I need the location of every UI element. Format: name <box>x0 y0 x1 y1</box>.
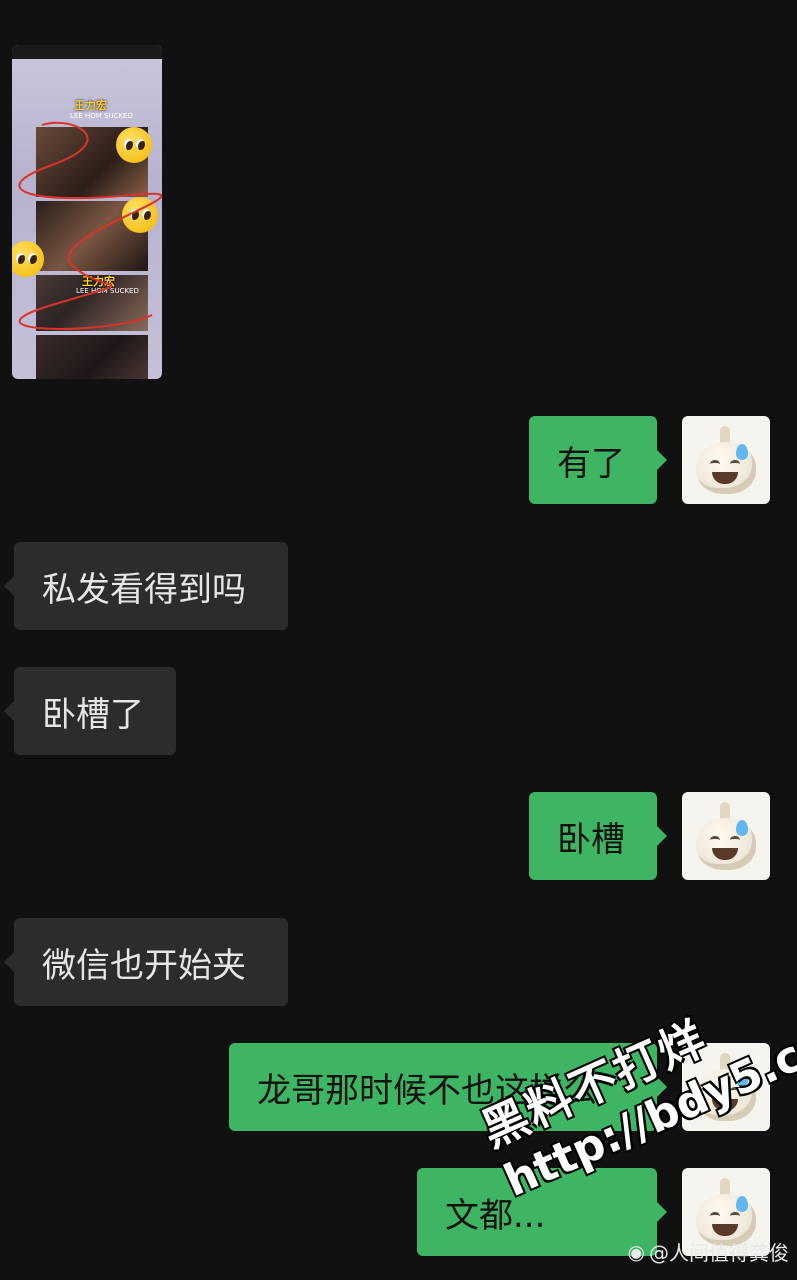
avatar-eye <box>710 460 720 468</box>
avatar-eye <box>730 1212 740 1220</box>
weibo-icon: ◉ <box>627 1239 645 1264</box>
message-bubble-outgoing[interactable]: 龙哥那时候不也这样么 <box>229 1043 667 1131</box>
sweat-drop-icon <box>736 444 748 460</box>
message-bubble-outgoing[interactable]: 文都... <box>417 1168 667 1256</box>
avatar-eye <box>710 1212 720 1220</box>
message-bubble-incoming[interactable]: 卧槽了 <box>4 667 176 755</box>
user-avatar[interactable] <box>682 1043 770 1131</box>
red-scribble <box>18 121 162 330</box>
avatar-eye <box>710 1087 720 1095</box>
message-bubble-outgoing[interactable]: 有了 <box>529 416 667 504</box>
user-avatar[interactable] <box>682 416 770 504</box>
weibo-handle: @人间值得龚俊 <box>649 1241 789 1265</box>
avatar-eye <box>710 836 720 844</box>
avatar-eye <box>730 836 740 844</box>
sweat-drop-icon <box>736 820 748 836</box>
user-avatar[interactable] <box>682 792 770 880</box>
avatar-eye <box>730 1087 740 1095</box>
chat-view: 王力宏 LEE HOM SUCKED 王力宏 LEE HOM SUCKED 有了… <box>0 0 797 1280</box>
message-bubble-incoming[interactable]: 微信也开始夹 <box>4 918 288 1006</box>
weibo-watermark: ◉ @人间值得龚俊 <box>628 1237 789 1266</box>
message-bubble-incoming[interactable]: 私发看得到吗 <box>4 542 288 630</box>
message-bubble-outgoing[interactable]: 卧槽 <box>529 792 667 880</box>
sweat-drop-icon <box>736 1071 748 1087</box>
image-message[interactable]: 王力宏 LEE HOM SUCKED 王力宏 LEE HOM SUCKED <box>12 45 162 379</box>
avatar-eye <box>730 460 740 468</box>
sweat-drop-icon <box>736 1196 748 1212</box>
